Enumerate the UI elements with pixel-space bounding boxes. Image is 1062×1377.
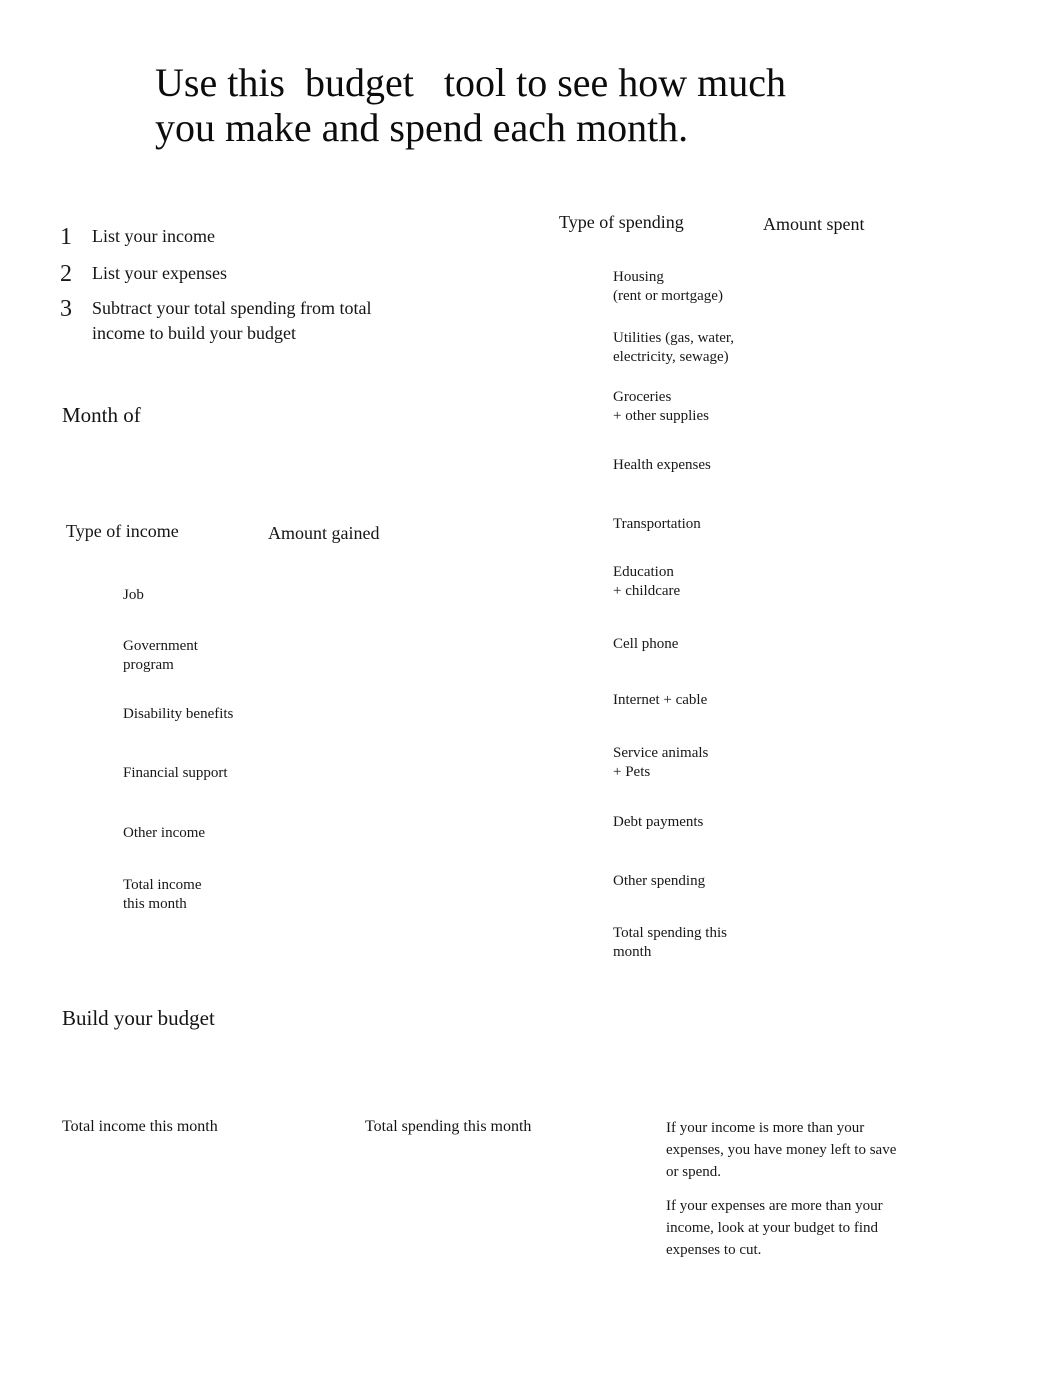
spending-row-label: Health expenses: [613, 457, 711, 473]
spending-row-label: Debt payments: [613, 814, 704, 830]
income-total-row-label: Total income this month: [123, 877, 202, 912]
income-row-label: Disability benefits: [123, 706, 234, 722]
step-number: 2: [60, 261, 72, 287]
step-label: List your expenses: [92, 263, 227, 283]
spending-type-column-header: Type of spending: [559, 212, 684, 232]
income-row-label: Financial support: [123, 765, 228, 781]
month-of-heading: Month of: [62, 403, 141, 427]
spending-amount-column-header: Amount spent: [763, 214, 865, 234]
budget-worksheet-page: Use this budget tool to see how much you…: [0, 0, 1062, 1377]
spending-row-label: Internet + cable: [613, 692, 708, 708]
step-number: 1: [60, 224, 72, 250]
step-number: 3: [60, 296, 72, 322]
spending-row-label: Service animals + Pets: [613, 745, 709, 780]
step-item-2: 2 List your expenses: [60, 261, 227, 287]
spending-row-label: Education + childcare: [613, 564, 681, 599]
budget-note-surplus: If your income is more than your expense…: [666, 1120, 897, 1180]
page-title: Use this budget tool to see how much you…: [155, 60, 787, 150]
budget-note-deficit: If your expenses are more than your inco…: [666, 1198, 883, 1258]
spending-row-label: Utilities (gas, water, electricity, sewa…: [613, 330, 735, 365]
step-label: Subtract your total spending from total …: [92, 298, 372, 343]
income-row-label: Government program: [123, 638, 198, 673]
build-budget-heading: Build your budget: [62, 1006, 215, 1030]
step-label: List your income: [92, 226, 215, 246]
spending-row-label: Transportation: [613, 516, 701, 532]
spending-total-row-label: Total spending this month: [613, 925, 727, 960]
income-amount-column-header: Amount gained: [268, 523, 380, 543]
total-income-summary-label: Total income this month: [62, 1118, 218, 1135]
total-spending-summary-label: Total spending this month: [365, 1118, 532, 1135]
spending-row-label: Cell phone: [613, 636, 679, 652]
income-type-column-header: Type of income: [66, 521, 179, 541]
income-row-label: Other income: [123, 825, 206, 841]
step-item-3: 3 Subtract your total spending from tota…: [60, 296, 460, 346]
step-item-1: 1 List your income: [60, 224, 215, 250]
spending-row-label: Housing (rent or mortgage): [613, 269, 723, 304]
spending-row-label: Groceries + other supplies: [613, 389, 709, 424]
spending-row-label: Other spending: [613, 873, 706, 889]
income-row-label: Job: [123, 587, 144, 603]
